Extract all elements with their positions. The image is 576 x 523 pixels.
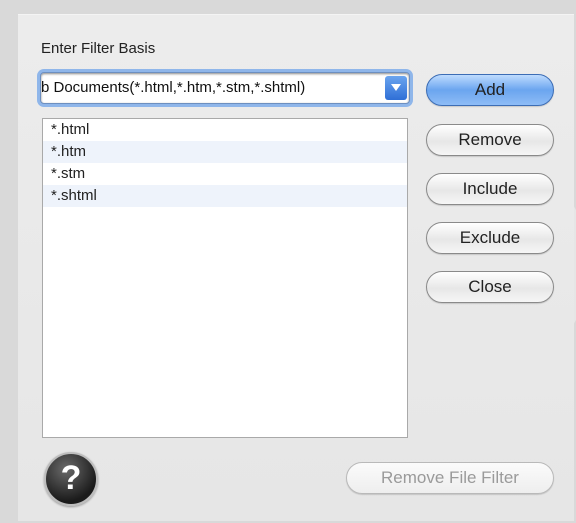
list-item[interactable]: *.stm <box>43 163 407 185</box>
list-item[interactable]: *.shtml <box>43 185 407 207</box>
filter-basis-value: b Documents(*.html,*.htm,*.stm,*.shtml) <box>41 79 306 96</box>
remove-file-filter-button[interactable]: Remove File Filter <box>346 462 554 494</box>
pattern-list[interactable]: *.html *.htm *.stm *.shtml <box>42 118 408 438</box>
dialog-title: Enter Filter Basis <box>41 40 156 57</box>
remove-button[interactable]: Remove <box>426 124 554 156</box>
list-item[interactable]: *.htm <box>43 141 407 163</box>
exclude-button[interactable]: Exclude <box>426 222 554 254</box>
include-button[interactable]: Include <box>426 173 554 205</box>
help-icon[interactable]: ? <box>44 452 98 506</box>
add-button[interactable]: Add <box>426 74 554 106</box>
dropdown-arrow-icon[interactable] <box>385 76 407 100</box>
list-item[interactable]: *.html <box>43 119 407 141</box>
filter-basis-combobox[interactable]: b Documents(*.html,*.htm,*.stm,*.shtml) <box>40 72 410 104</box>
close-button[interactable]: Close <box>426 271 554 303</box>
